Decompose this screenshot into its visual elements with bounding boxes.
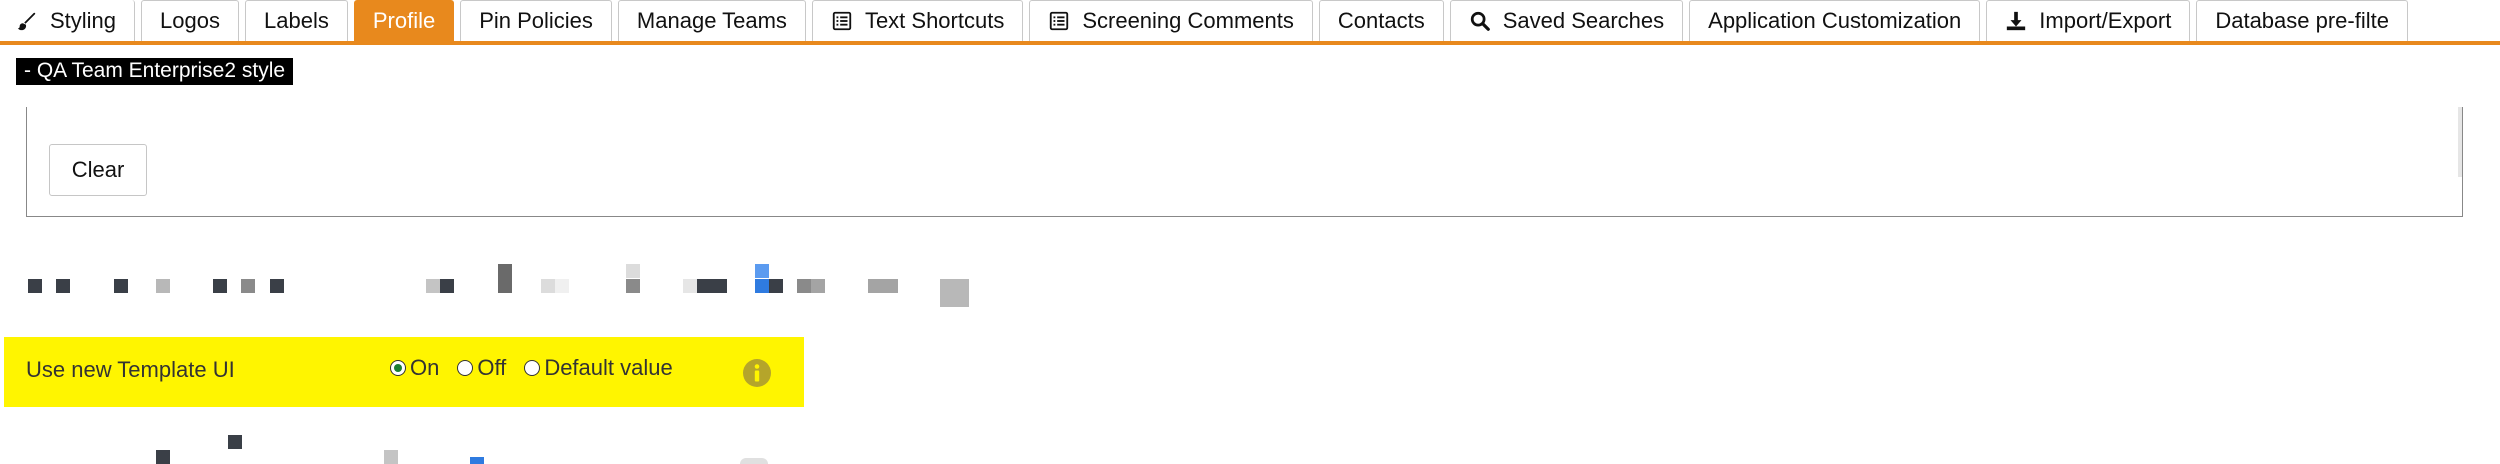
placeholder-block — [940, 279, 969, 307]
tab-label: Text Shortcuts — [864, 8, 1005, 33]
placeholder-block — [384, 450, 398, 464]
radio-button[interactable] — [457, 360, 474, 376]
tab-contacts[interactable]: Contacts — [1318, 0, 1444, 41]
list-icon — [831, 10, 853, 32]
placeholder-block — [755, 279, 769, 293]
tab-profile[interactable]: Profile — [353, 0, 455, 41]
tab-screening-comments[interactable]: Screening Comments — [1029, 0, 1313, 41]
tab-label: Screening Comments — [1082, 8, 1294, 33]
placeholder-block — [498, 264, 512, 293]
tab-bar: Styling Logos Labels Profile Pin Policie… — [0, 0, 2500, 45]
radio-label: Off — [477, 355, 507, 380]
tab-label: Contacts — [1337, 8, 1425, 33]
tab-label: Saved Searches — [1502, 8, 1665, 33]
tab-logos[interactable]: Logos — [141, 0, 239, 41]
placeholder-block — [114, 279, 128, 293]
tab-application-customization[interactable]: Application Customization — [1689, 0, 1981, 41]
tab-label: Labels — [264, 8, 329, 33]
setting-row-template-ui: Use new Template UI On Off Default value — [4, 337, 804, 407]
tab-label: Application Customization — [1708, 8, 1962, 33]
tab-manage-teams[interactable]: Manage Teams — [617, 0, 806, 41]
tab-styling[interactable]: Styling — [0, 0, 136, 41]
radio-on[interactable]: On — [390, 355, 439, 381]
tab-text-shortcuts[interactable]: Text Shortcuts — [811, 0, 1024, 41]
tab-label: Logos — [160, 8, 220, 33]
tab-import-export[interactable]: Import/Export — [1986, 0, 2191, 41]
tab-label: Styling — [50, 7, 117, 33]
tab-label: Pin Policies — [479, 8, 593, 33]
placeholder-block — [156, 279, 170, 293]
info-icon[interactable] — [742, 358, 772, 388]
placeholder-block — [228, 435, 242, 449]
placeholder-block — [541, 279, 555, 293]
settings-panel: Clear — [26, 107, 2463, 217]
tab-label: Profile — [372, 8, 436, 33]
placeholder-block — [740, 458, 768, 464]
placeholder-block — [270, 279, 284, 293]
placeholder-block — [769, 279, 783, 293]
download-icon — [2005, 10, 2027, 32]
tab-saved-searches[interactable]: Saved Searches — [1449, 0, 1684, 41]
placeholder-block — [626, 264, 640, 278]
search-icon — [1469, 10, 1491, 32]
setting-label: Use new Template UI — [26, 357, 235, 382]
radio-button-checked[interactable] — [390, 360, 406, 376]
placeholder-block — [683, 279, 697, 293]
placeholder-block — [213, 279, 227, 293]
placeholder-block — [755, 264, 769, 278]
style-name-badge: - QA Team Enterprise2 style — [16, 58, 294, 85]
placeholder-block — [156, 450, 170, 464]
radio-button[interactable] — [524, 360, 541, 376]
tab-label: Database pre-filte — [2215, 8, 2389, 33]
placeholder-block — [697, 279, 727, 293]
brush-icon — [16, 10, 38, 32]
placeholder-block — [868, 279, 898, 293]
tab-pin-policies[interactable]: Pin Policies — [460, 0, 612, 41]
template-ui-radio-group: On Off Default value — [390, 355, 691, 381]
tab-labels[interactable]: Labels — [245, 0, 348, 41]
placeholder-block — [555, 279, 569, 293]
list-icon — [1048, 10, 1070, 32]
placeholder-block — [28, 279, 42, 293]
placeholder-block — [470, 457, 484, 464]
placeholder-block — [811, 279, 825, 293]
placeholder-block — [440, 279, 454, 293]
scrollbar[interactable] — [2458, 107, 2462, 177]
radio-off[interactable]: Off — [457, 355, 506, 381]
placeholder-block — [241, 279, 255, 293]
placeholder-block — [626, 279, 640, 293]
placeholder-block — [426, 279, 440, 293]
tab-label: Manage Teams — [636, 8, 787, 33]
radio-label: On — [410, 355, 440, 380]
placeholder-block — [56, 279, 70, 293]
placeholder-block — [797, 279, 811, 293]
radio-default-value[interactable]: Default value — [524, 355, 673, 381]
clear-button[interactable]: Clear — [49, 144, 147, 196]
tab-label: Import/Export — [2039, 8, 2172, 33]
tab-database-prefilter[interactable]: Database pre-filte — [2196, 0, 2408, 41]
radio-label: Default value — [544, 355, 673, 380]
